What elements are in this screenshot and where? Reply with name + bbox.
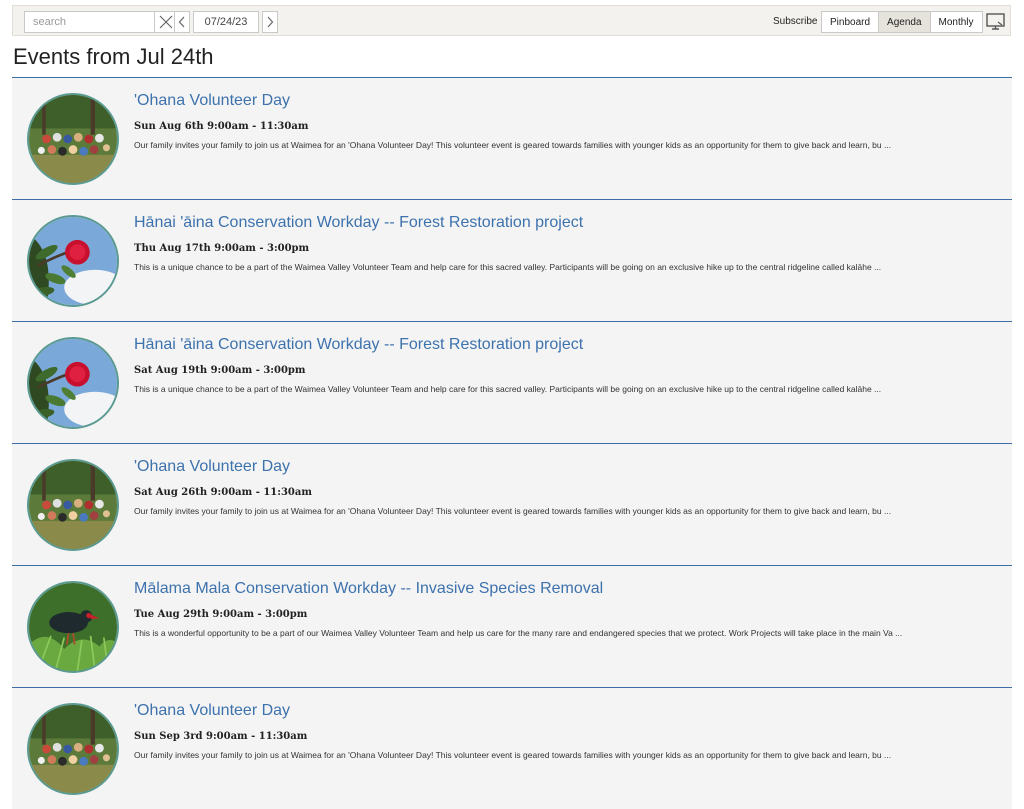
event-item[interactable]: 'Ohana Volunteer Day Sat Aug 26th 9:00am… [12, 443, 1012, 565]
view-monthly-button[interactable]: Monthly [929, 12, 982, 32]
event-image-group-photo[interactable] [27, 703, 119, 795]
lehua-flower-image [29, 217, 117, 305]
chevron-left-icon [178, 16, 185, 28]
next-date-button[interactable] [262, 11, 278, 33]
presentation-screen-icon [985, 12, 1005, 30]
event-description: Our family invites your family to join u… [134, 140, 892, 150]
view-pinboard-button[interactable]: Pinboard [822, 12, 878, 32]
event-image-lehua-flower[interactable] [27, 337, 119, 429]
event-date: Tue Aug 29th 9:00am - 3:00pm [134, 609, 308, 620]
group-photo-image [29, 95, 117, 183]
event-item[interactable]: Mālama Mala Conservation Workday -- Inva… [12, 565, 1012, 687]
event-title-link[interactable]: Hānai 'āina Conservation Workday -- Fore… [134, 336, 583, 354]
search-box [24, 11, 178, 33]
date-field[interactable]: 07/24/23 [193, 11, 259, 33]
calendar-toolbar: 07/24/23 Subscribe Pinboard Agenda Month… [12, 5, 1011, 36]
event-date: Sun Sep 3rd 9:00am - 11:30am [134, 731, 308, 742]
page-title: Events from Jul 24th [13, 44, 214, 69]
event-description: This is a unique chance to be a part of … [134, 262, 882, 272]
event-title-link[interactable]: 'Ohana Volunteer Day [134, 458, 290, 476]
event-title-link[interactable]: Mālama Mala Conservation Workday -- Inva… [134, 580, 603, 598]
event-item[interactable]: Hānai 'āina Conservation Workday -- Fore… [12, 199, 1012, 321]
bird-ferns-image [29, 583, 117, 671]
event-date: Sun Aug 6th 9:00am - 11:30am [134, 121, 309, 132]
event-list: 'Ohana Volunteer Day Sun Aug 6th 9:00am … [12, 77, 1012, 809]
event-description: This is a wonderful opportunity to be a … [134, 628, 903, 638]
event-date: Thu Aug 17th 9:00am - 3:00pm [134, 243, 310, 254]
group-photo-image [29, 705, 117, 793]
event-item[interactable]: 'Ohana Volunteer Day Sun Sep 3rd 9:00am … [12, 687, 1012, 809]
event-item[interactable]: 'Ohana Volunteer Day Sun Aug 6th 9:00am … [12, 77, 1012, 199]
event-description: Our family invites your family to join u… [134, 750, 892, 760]
event-title-link[interactable]: 'Ohana Volunteer Day [134, 92, 290, 110]
close-icon [159, 15, 173, 29]
event-date: Sat Aug 26th 9:00am - 11:30am [134, 487, 312, 498]
event-image-group-photo[interactable] [27, 459, 119, 551]
view-agenda-button[interactable]: Agenda [878, 12, 930, 32]
event-title-link[interactable]: 'Ohana Volunteer Day [134, 702, 290, 720]
event-description: This is a unique chance to be a part of … [134, 384, 882, 394]
event-title-link[interactable]: Hānai 'āina Conservation Workday -- Fore… [134, 214, 583, 232]
chevron-right-icon [267, 16, 274, 28]
lehua-flower-image [29, 339, 117, 427]
subscribe-link[interactable]: Subscribe [773, 16, 817, 27]
event-image-group-photo[interactable] [27, 93, 119, 185]
group-photo-image [29, 461, 117, 549]
event-image-bird-ferns[interactable] [27, 581, 119, 673]
event-date: Sat Aug 19th 9:00am - 3:00pm [134, 365, 306, 376]
view-switcher: Pinboard Agenda Monthly [821, 11, 983, 33]
event-image-lehua-flower[interactable] [27, 215, 119, 307]
search-input[interactable] [25, 12, 147, 32]
event-description: Our family invites your family to join u… [134, 506, 892, 516]
event-item[interactable]: Hānai 'āina Conservation Workday -- Fore… [12, 321, 1012, 443]
fullscreen-button[interactable] [985, 11, 1005, 31]
previous-date-button[interactable] [174, 11, 190, 33]
